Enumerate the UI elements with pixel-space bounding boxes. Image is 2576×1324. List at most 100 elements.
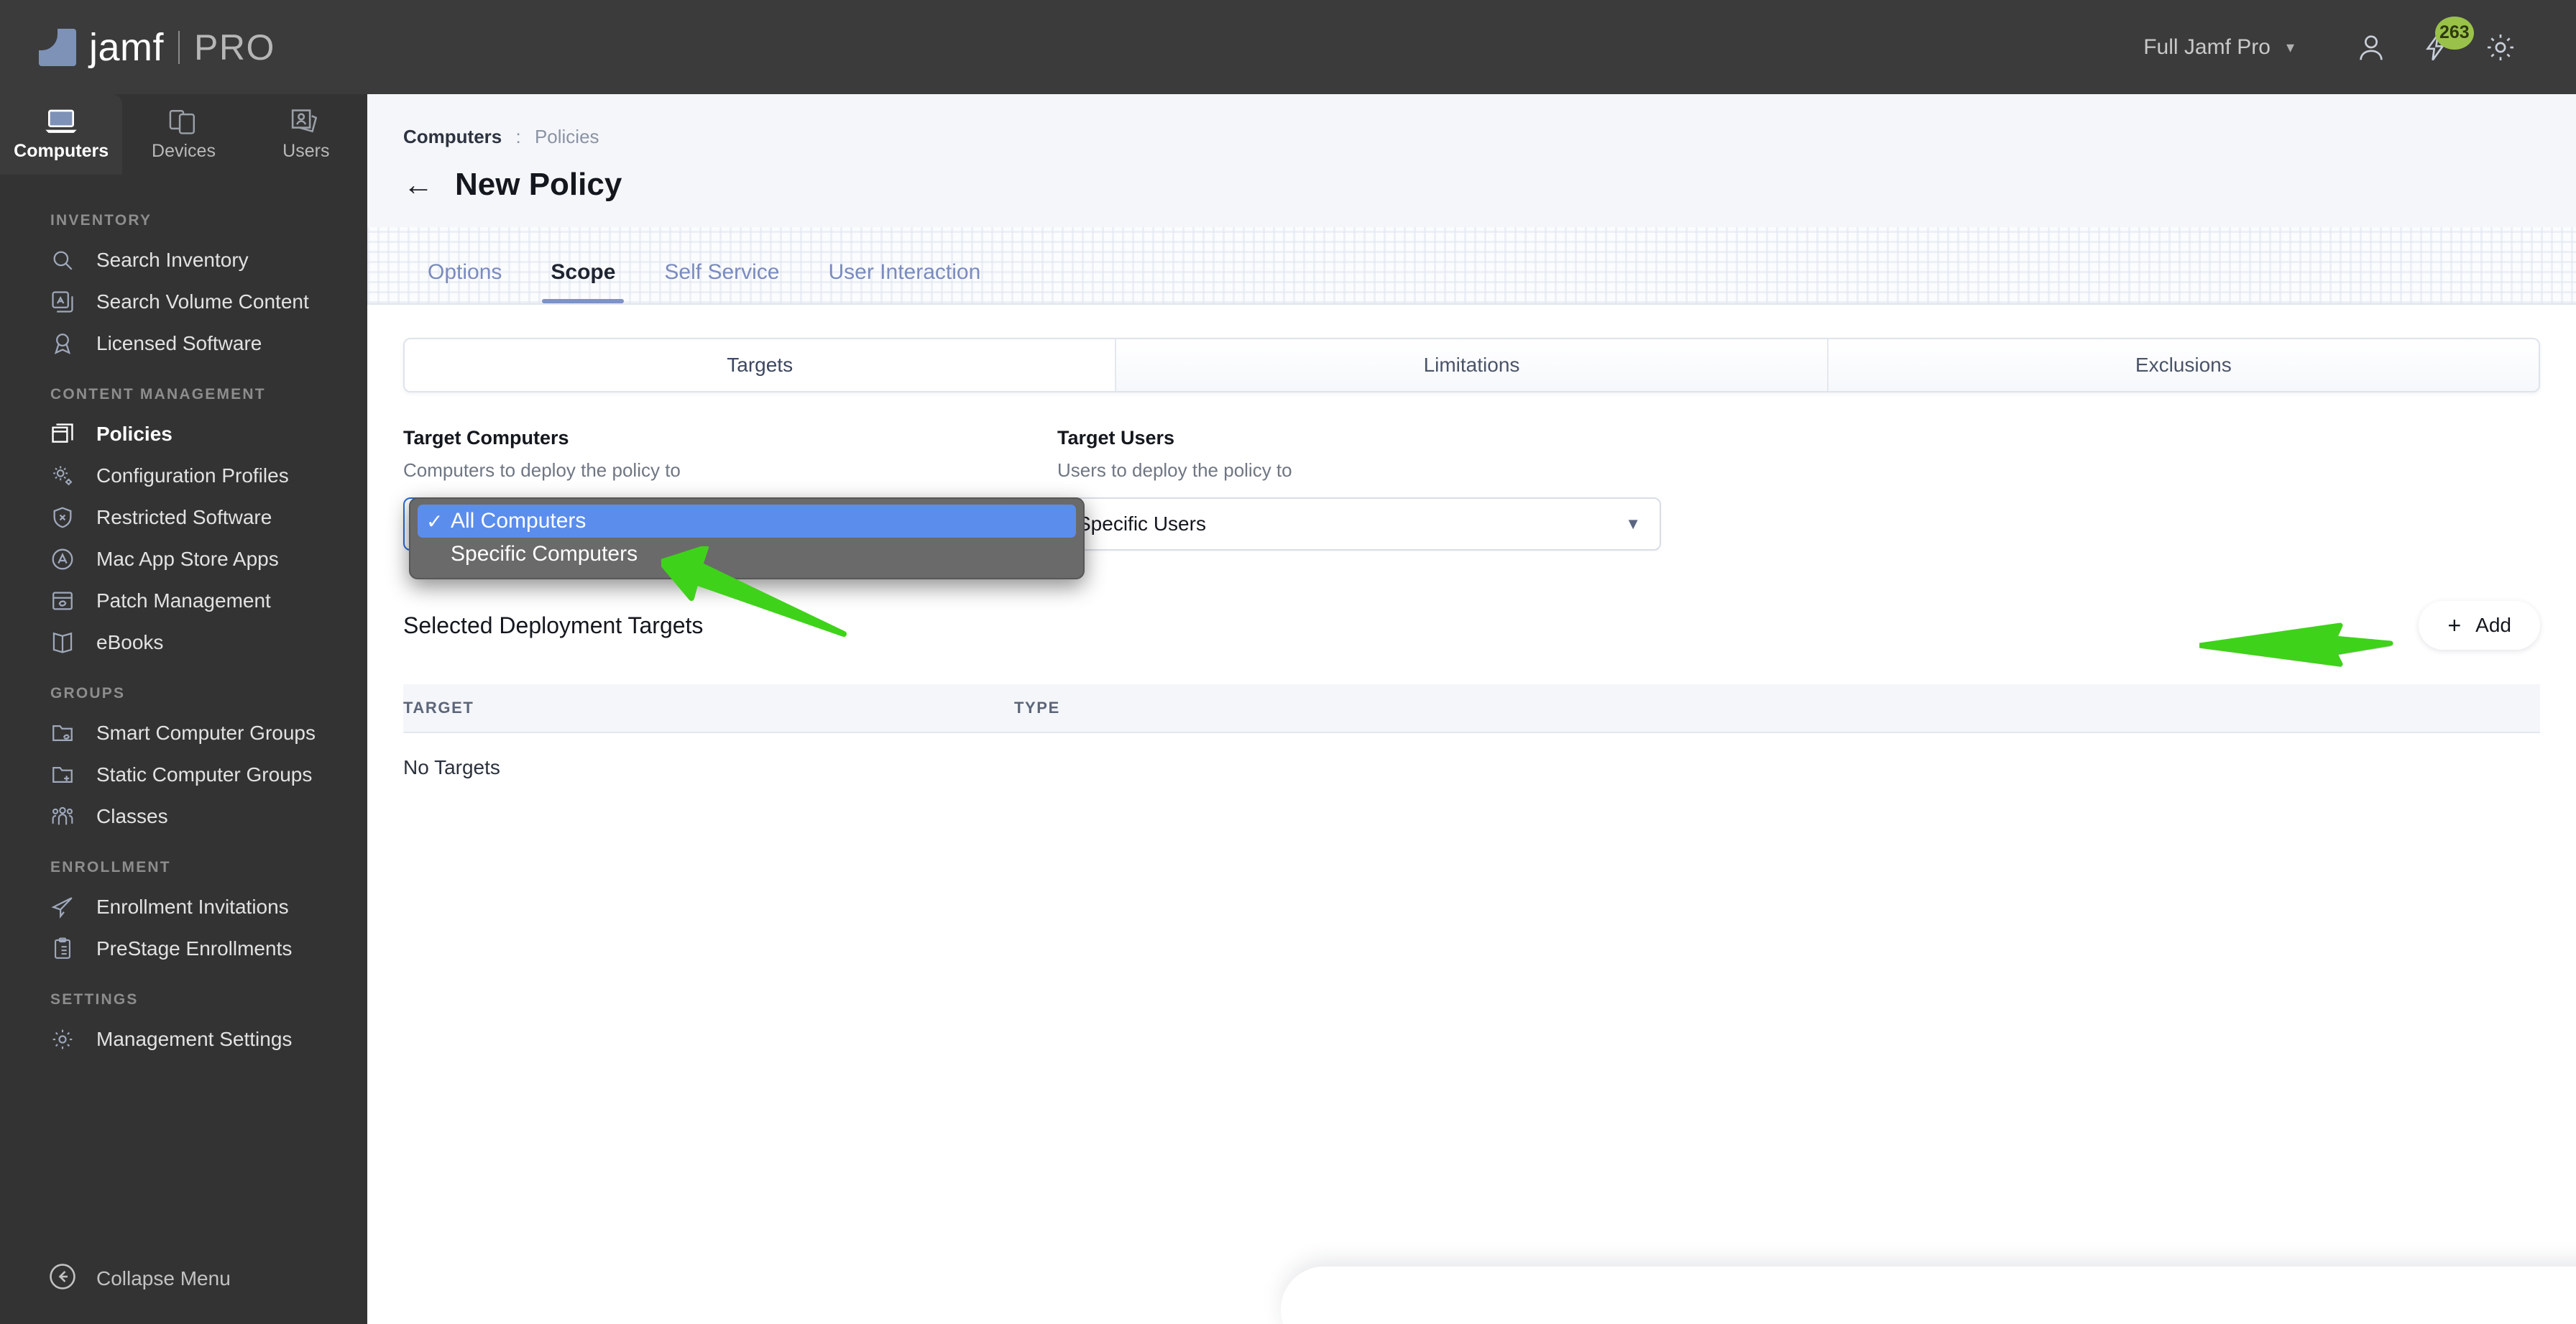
page-title: New Policy — [455, 167, 622, 202]
sidebar-item-configuration-profiles[interactable]: Configuration Profiles — [0, 455, 367, 497]
sidebar-item-enrollment-invitations[interactable]: Enrollment Invitations — [0, 886, 367, 928]
app-store-stack-icon — [47, 287, 78, 317]
laptop-icon — [45, 109, 77, 133]
breadcrumb-separator: : — [515, 126, 521, 147]
scope-segmented-control: Targets Limitations Exclusions — [403, 338, 2540, 392]
ribbon-award-icon — [47, 328, 78, 359]
sidebar-item-mac-app-store-apps[interactable]: Mac App Store Apps — [0, 538, 367, 580]
notifications-button[interactable]: 263 — [2404, 15, 2474, 80]
sidebar-item-label: eBooks — [96, 631, 164, 653]
sidebar-item-label: PreStage Enrollments — [96, 937, 293, 960]
dropdown-option-all-computers[interactable]: ✓ All Computers — [418, 505, 1076, 538]
add-button-label: Add — [2475, 614, 2511, 636]
brand-divider — [178, 30, 180, 64]
target-computers-dropdown-menu[interactable]: ✓ All Computers Specific Computers — [409, 497, 1085, 579]
plus-icon: + — [2447, 612, 2462, 638]
check-icon: ✓ — [426, 510, 443, 533]
gear-icon — [2487, 34, 2514, 60]
jamf-pro-window: jamf PRO Full Jamf Pro ▾ 263 Computers D… — [0, 0, 2576, 1324]
brand-name: jamf — [89, 25, 165, 69]
breadcrumb: Computers : Policies — [403, 126, 2576, 148]
breadcrumb-current[interactable]: Policies — [535, 126, 599, 147]
sidebar-item-label: Patch Management — [96, 589, 271, 612]
sidebar: Computers Devices Users INVENTORY Search… — [0, 94, 367, 1324]
segment-exclusions[interactable]: Exclusions — [1828, 339, 2539, 391]
sidebar-item-label: Search Inventory — [96, 249, 249, 271]
app-store-circle-icon — [47, 544, 78, 574]
sidebar-item-label: Licensed Software — [96, 332, 262, 354]
collapse-menu-label: Collapse Menu — [96, 1266, 231, 1289]
sidebar-item-label: Static Computer Groups — [96, 763, 313, 786]
sidebar-tab-devices[interactable]: Devices — [122, 94, 244, 175]
sidebar-section-title: INVENTORY — [50, 212, 152, 229]
sidebar-tab-users[interactable]: Users — [245, 94, 367, 175]
collapse-arrow-icon — [47, 1261, 78, 1295]
sidebar-item-label: Configuration Profiles — [96, 464, 289, 487]
column-header-type[interactable]: TYPE — [1014, 699, 1060, 717]
sidebar-item-smart-computer-groups[interactable]: Smart Computer Groups — [0, 712, 367, 754]
segment-targets[interactable]: Targets — [405, 339, 1117, 391]
people-group-icon — [47, 801, 78, 832]
sidebar-scope-tabs: Computers Devices Users — [0, 94, 367, 175]
column-header-target[interactable]: TARGET — [403, 699, 1014, 717]
tab-user-interaction[interactable]: User Interaction — [804, 260, 1006, 303]
search-icon — [47, 245, 78, 275]
sidebar-item-restricted-software[interactable]: Restricted Software — [0, 497, 367, 538]
sidebar-item-label: Mac App Store Apps — [96, 548, 279, 570]
footer-shadow — [1281, 1266, 2576, 1324]
gears-icon — [47, 461, 78, 491]
main-content: Computers : Policies ← New Policy Option… — [367, 94, 2576, 1324]
folder-plus-icon — [47, 760, 78, 790]
settings-button[interactable] — [2468, 15, 2533, 80]
target-users-help: Users to deploy the policy to — [1057, 459, 1292, 481]
sidebar-item-management-settings[interactable]: Management Settings — [0, 1019, 367, 1060]
dropdown-option-label: Specific Computers — [451, 542, 638, 566]
segment-limitations[interactable]: Limitations — [1116, 339, 1828, 391]
breadcrumb-parent[interactable]: Computers — [403, 126, 502, 147]
add-target-button[interactable]: + Add — [2419, 601, 2540, 650]
selected-targets-title: Selected Deployment Targets — [403, 612, 704, 638]
user-cards-icon — [291, 109, 318, 132]
sidebar-item-policies[interactable]: Policies — [0, 413, 367, 455]
empty-state-text: No Targets — [403, 756, 500, 778]
sidebar-tab-label: Computers — [14, 140, 109, 161]
sidebar-item-prestage-enrollments[interactable]: PreStage Enrollments — [0, 928, 367, 970]
sidebar-item-ebooks[interactable]: eBooks — [0, 622, 367, 663]
sidebar-item-label: Search Volume Content — [96, 290, 309, 313]
sidebar-item-classes[interactable]: Classes — [0, 796, 367, 837]
dropdown-option-specific-computers[interactable]: Specific Computers — [418, 538, 1076, 571]
chevron-down-icon: ▾ — [2286, 37, 2294, 56]
user-icon-button[interactable] — [2339, 15, 2404, 80]
sidebar-item-licensed-software[interactable]: Licensed Software — [0, 323, 367, 364]
sidebar-item-patch-management[interactable]: Patch Management — [0, 580, 367, 622]
tab-self-service[interactable]: Self Service — [640, 260, 804, 303]
table-row: No Targets — [403, 733, 2540, 802]
sidebar-tab-computers[interactable]: Computers — [0, 94, 123, 175]
sidebar-item-search-volume-content[interactable]: Search Volume Content — [0, 281, 367, 323]
sidebar-item-label: Restricted Software — [96, 506, 272, 528]
context-switcher-label: Full Jamf Pro — [2143, 35, 2271, 59]
sidebar-section-title: CONTENT MANAGEMENT — [50, 386, 266, 403]
paper-plane-icon — [47, 892, 78, 922]
user-icon — [2360, 35, 2383, 60]
tab-scope[interactable]: Scope — [526, 260, 640, 303]
target-users-select[interactable]: Specific Users ▼ — [1057, 497, 1661, 551]
target-computers-help: Computers to deploy the policy to — [403, 459, 681, 481]
sidebar-item-label: Policies — [96, 423, 172, 445]
sidebar-item-static-computer-groups[interactable]: Static Computer Groups — [0, 754, 367, 796]
jamf-logo-icon — [39, 28, 76, 66]
back-arrow-icon[interactable]: ← — [403, 170, 433, 200]
targets-table: TARGET TYPE No Targets — [403, 684, 2540, 802]
dropdown-option-label: All Computers — [451, 509, 586, 533]
brand-logo[interactable]: jamf PRO — [39, 28, 275, 67]
chevron-down-icon: ▼ — [1625, 515, 1641, 533]
tab-options[interactable]: Options — [403, 260, 526, 303]
sidebar-item-search-inventory[interactable]: Search Inventory — [0, 239, 367, 281]
sidebar-section-title: SETTINGS — [50, 991, 139, 1008]
context-switcher[interactable]: Full Jamf Pro ▾ — [2143, 35, 2294, 60]
sidebar-item-label: Classes — [96, 805, 168, 827]
clipboard-checklist-icon — [47, 934, 78, 964]
shield-x-icon — [47, 502, 78, 533]
collapse-menu-button[interactable]: Collapse Menu — [0, 1261, 367, 1295]
top-bar-actions: Full Jamf Pro ▾ 263 — [2143, 15, 2533, 80]
